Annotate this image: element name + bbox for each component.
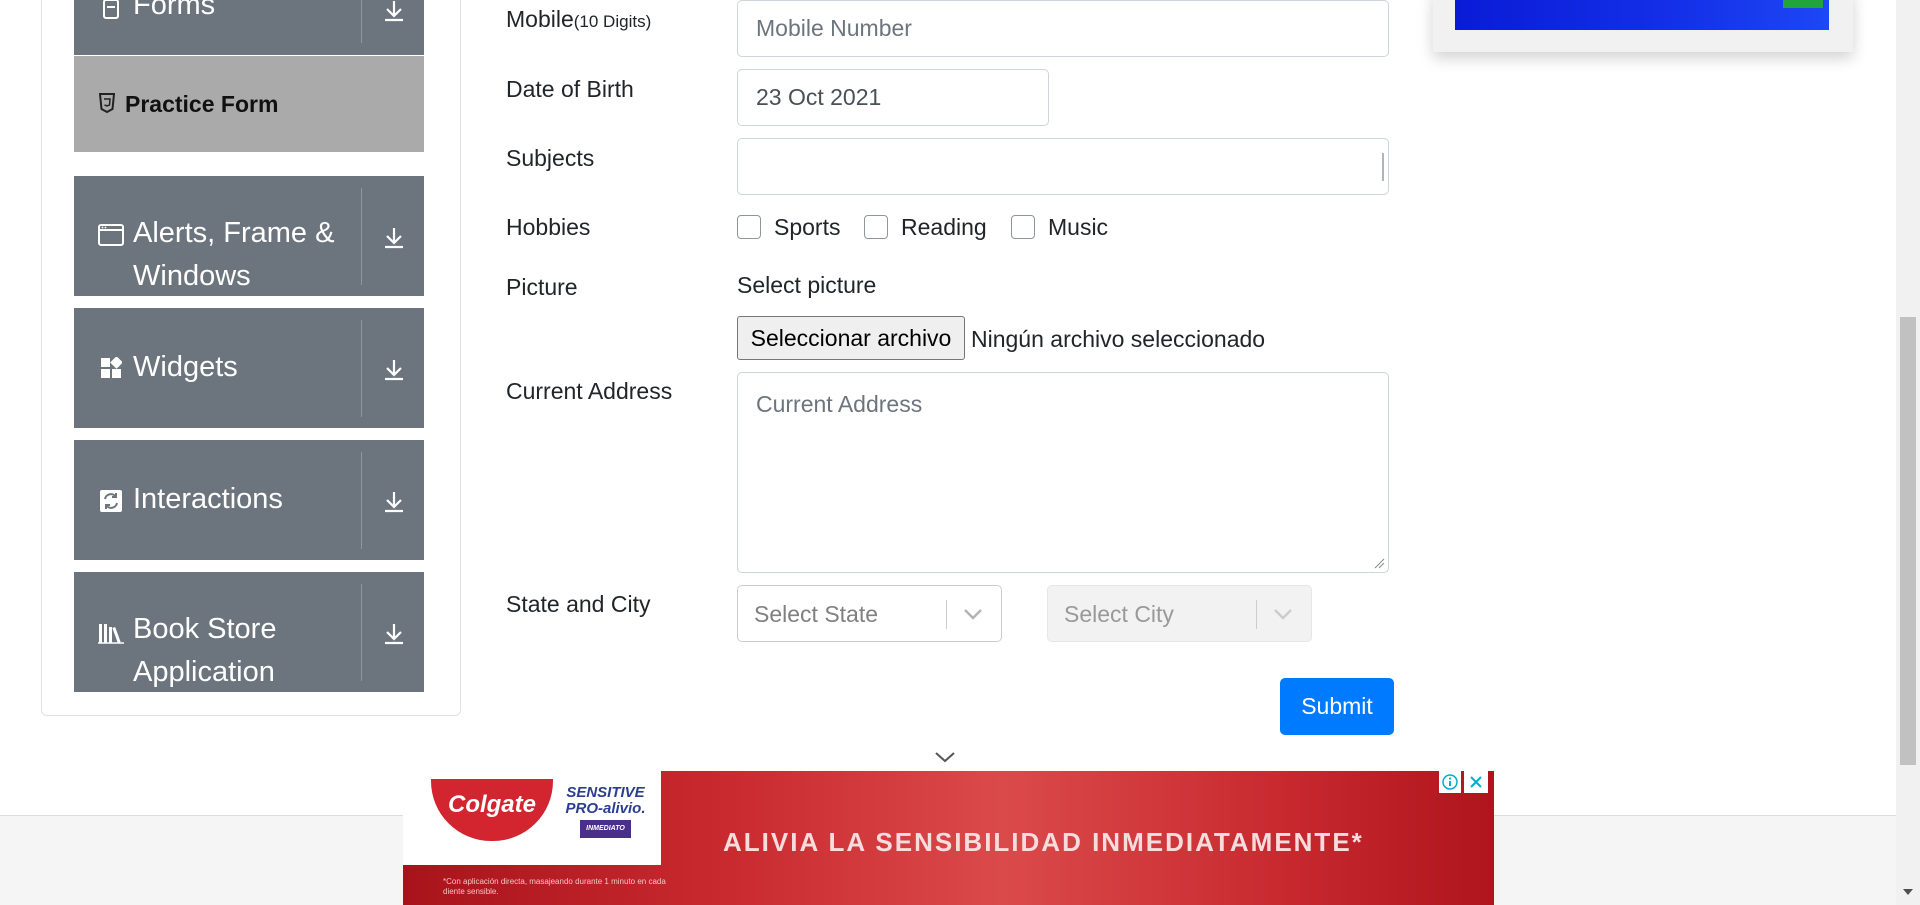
mobile-input[interactable]: Mobile Number xyxy=(737,0,1389,57)
current-address-textarea[interactable]: Current Address xyxy=(737,372,1389,573)
dropdown-separator xyxy=(946,600,947,629)
forms-icon xyxy=(98,0,124,22)
date-of-birth-input[interactable]: 23 Oct 2021 xyxy=(737,69,1049,126)
sidebar-item-label: Practice Form xyxy=(125,91,279,117)
choose-file-button[interactable]: Seleccionar archivo xyxy=(737,316,965,360)
expand-arrow-icon[interactable] xyxy=(378,353,410,385)
sidebar-item-practice-form[interactable]: Practice Form xyxy=(74,56,424,152)
interactions-icon xyxy=(98,488,124,514)
ad-logo-card: Colgate SENSITIVE PRO-alivio. INMEDIATO xyxy=(403,771,661,865)
page-scrollbar[interactable] xyxy=(1896,0,1920,905)
divider xyxy=(361,188,362,285)
mobile-placeholder: Mobile Number xyxy=(756,15,912,41)
product-line1: SENSITIVE xyxy=(566,784,645,801)
music-label[interactable]: Music xyxy=(1048,211,1108,243)
ad-headline: ALIVIA LA SENSIBILIDAD INMEDIATAMENTE* xyxy=(723,827,1364,857)
reading-checkbox[interactable] xyxy=(864,215,888,239)
sidebar-group-forms[interactable]: Forms xyxy=(74,0,424,55)
address-placeholder: Current Address xyxy=(756,391,923,417)
mobile-label-text: Mobile xyxy=(506,6,574,32)
scroll-down-icon[interactable] xyxy=(1902,886,1914,898)
sidebar-group-label: Widgets xyxy=(133,351,238,383)
sidebar-group-book-store[interactable]: Book Store Application xyxy=(74,572,424,692)
submit-button[interactable]: Submit xyxy=(1280,678,1394,735)
html5-icon xyxy=(98,92,116,114)
sports-label[interactable]: Sports xyxy=(774,211,840,243)
ad-fine-print: *Con aplicación directa, masajeando dura… xyxy=(443,877,666,896)
divider xyxy=(361,0,362,43)
sidebar-group-label: Interactions xyxy=(133,483,283,515)
mobile-label: Mobile(10 Digits) xyxy=(506,6,651,33)
sidebar-group-label: Alerts, Frame & Windows xyxy=(133,217,335,292)
right-ad-banner[interactable] xyxy=(1433,0,1853,52)
product-logo: SENSITIVE PRO-alivio. INMEDIATO xyxy=(553,785,658,838)
state-city-label: State and City xyxy=(506,591,651,617)
divider xyxy=(361,320,362,417)
subjects-cursor xyxy=(1382,153,1384,181)
ad-badge xyxy=(1783,0,1823,8)
divider xyxy=(361,584,362,681)
hobbies-label: Hobbies xyxy=(506,214,591,240)
picture-label: Picture xyxy=(506,274,578,300)
select-picture-text: Select picture xyxy=(737,272,877,298)
sidebar-group-widgets[interactable]: Widgets xyxy=(74,308,424,428)
sidebar-group-label: Book Store Application xyxy=(133,613,277,688)
subjects-label: Subjects xyxy=(506,145,595,171)
page: Forms Practice Form Alerts, Frame & Wind… xyxy=(0,0,1920,905)
product-line2: PRO-alivio. xyxy=(565,800,646,817)
file-status-text: Ningún archivo seleccionado xyxy=(971,326,1266,352)
current-address-label: Current Address xyxy=(506,378,673,404)
sidebar-group-label: Forms xyxy=(133,0,216,21)
expand-arrow-icon[interactable] xyxy=(378,0,410,26)
collapse-ad-icon[interactable] xyxy=(934,748,956,766)
expand-arrow-icon[interactable] xyxy=(378,617,410,649)
resize-grip-icon[interactable] xyxy=(1373,557,1385,569)
subjects-input[interactable] xyxy=(737,138,1389,195)
dob-label: Date of Birth xyxy=(506,76,634,102)
sidebar-group-interactions[interactable]: Interactions xyxy=(74,440,424,560)
close-ad-icon[interactable] xyxy=(1464,771,1488,793)
divider xyxy=(361,452,362,549)
dropdown-separator xyxy=(1256,600,1257,629)
city-placeholder: Select City xyxy=(1064,601,1174,627)
sidebar-group-alerts[interactable]: Alerts, Frame & Windows xyxy=(74,176,424,296)
expand-arrow-icon[interactable] xyxy=(378,221,410,253)
product-tag: INMEDIATO xyxy=(580,820,631,838)
mobile-hint: (10 Digits) xyxy=(573,12,652,31)
bottom-ad-banner[interactable]: Colgate SENSITIVE PRO-alivio. INMEDIATO … xyxy=(403,771,1494,905)
colgate-logo: Colgate xyxy=(431,779,553,841)
state-placeholder: Select State xyxy=(754,601,879,627)
city-select[interactable]: Select City xyxy=(1047,585,1312,642)
reading-label[interactable]: Reading xyxy=(901,211,987,243)
state-select[interactable]: Select State xyxy=(737,585,1002,642)
music-checkbox[interactable] xyxy=(1011,215,1035,239)
books-icon xyxy=(98,620,124,646)
sports-checkbox[interactable] xyxy=(737,215,761,239)
dob-value: 23 Oct 2021 xyxy=(756,84,882,110)
widgets-icon xyxy=(98,355,124,381)
chevron-down-icon[interactable] xyxy=(959,600,987,628)
ad-info-icon[interactable] xyxy=(1439,771,1461,793)
ad-image xyxy=(1455,0,1829,30)
chevron-down-icon[interactable] xyxy=(1269,600,1297,628)
scrollbar-thumb[interactable] xyxy=(1900,317,1916,765)
expand-arrow-icon[interactable] xyxy=(378,485,410,517)
window-icon xyxy=(98,222,124,248)
